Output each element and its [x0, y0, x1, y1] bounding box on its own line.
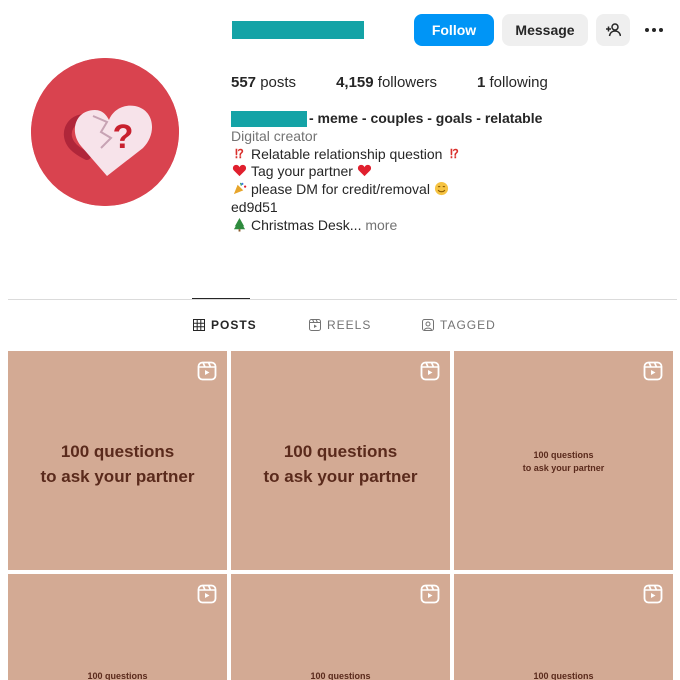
more-options-icon: [645, 28, 663, 32]
bio-line-question: ⁉ Relatable relationship question ⁉: [231, 146, 651, 164]
post-tile[interactable]: 100 questions to ask your partner: [231, 351, 450, 570]
profile-stats: 557 posts 4,159 followers 1 following: [231, 74, 548, 91]
name-redacted: [231, 110, 307, 127]
svg-text:⁉: ⁉: [450, 147, 459, 161]
reels-icon: [309, 319, 321, 331]
profile-tabs: POSTS REELS TAGGED: [0, 318, 680, 336]
post-caption: 100 questions: [87, 671, 148, 680]
heart-icon: [231, 163, 247, 181]
reel-icon: [420, 361, 440, 381]
reel-icon: [643, 584, 663, 604]
post-tile[interactable]: 100 questions to ask your partner: [8, 351, 227, 570]
heart-icon: [357, 163, 373, 181]
smiling-face-icon: [434, 181, 450, 199]
party-popper-icon: [231, 181, 247, 199]
more-options-button[interactable]: [638, 14, 670, 46]
tab-tagged[interactable]: TAGGED: [422, 318, 496, 332]
svg-text:?: ?: [113, 118, 134, 156]
reel-icon: [197, 361, 217, 381]
active-tab-indicator: [192, 298, 250, 299]
grid-icon: [193, 319, 205, 331]
post-tile[interactable]: 100 questions: [231, 574, 450, 680]
tab-reels[interactable]: REELS: [309, 318, 371, 332]
bio-line-code: ed9d51: [231, 198, 278, 215]
christmas-tree-icon: [231, 217, 247, 235]
post-caption: 100 questions to ask your partner: [40, 442, 195, 486]
following-link[interactable]: 1 following: [477, 74, 548, 91]
heart-question-icon: ?: [31, 58, 179, 206]
follow-button[interactable]: Follow: [414, 14, 494, 46]
interrobang-icon: ⁉: [446, 146, 462, 164]
tagged-icon: [422, 319, 434, 331]
reel-icon: [420, 584, 440, 604]
bio-line-dm: please DM for credit/removal: [231, 181, 651, 199]
profile-avatar[interactable]: ?: [31, 58, 179, 206]
post-caption: 100 questions to ask your partner: [263, 442, 418, 486]
add-person-icon: [606, 23, 621, 37]
svg-text:⁉: ⁉: [235, 147, 244, 161]
profile-bio: - meme - couples - goals - relatable Dig…: [231, 110, 651, 235]
followers-link[interactable]: 4,159 followers: [336, 74, 437, 91]
post-caption: 100 questions: [533, 671, 594, 680]
posts-count: 557 posts: [231, 74, 297, 91]
post-caption: 100 questions to ask your partner: [522, 450, 605, 473]
bio-title: - meme - couples - goals - relatable: [231, 110, 651, 128]
post-caption: 100 questions: [310, 671, 371, 680]
username-redacted: [232, 21, 364, 39]
bio-more-link[interactable]: more: [365, 217, 397, 233]
bio-line-christmas: Christmas Desk... more: [231, 217, 651, 235]
interrobang-icon: ⁉: [231, 146, 247, 164]
bio-line-tag: Tag your partner: [231, 163, 651, 181]
reel-icon: [643, 361, 663, 381]
post-tile[interactable]: 100 questions: [454, 574, 673, 680]
post-tile[interactable]: 100 questions: [8, 574, 227, 680]
suggest-user-button[interactable]: [596, 14, 630, 46]
tab-posts[interactable]: POSTS: [193, 318, 257, 332]
category-label: Digital creator: [231, 127, 318, 144]
tabs-divider: [8, 299, 677, 300]
post-tile[interactable]: 100 questions to ask your partner: [454, 351, 673, 570]
reel-icon: [197, 584, 217, 604]
message-button[interactable]: Message: [502, 14, 588, 46]
